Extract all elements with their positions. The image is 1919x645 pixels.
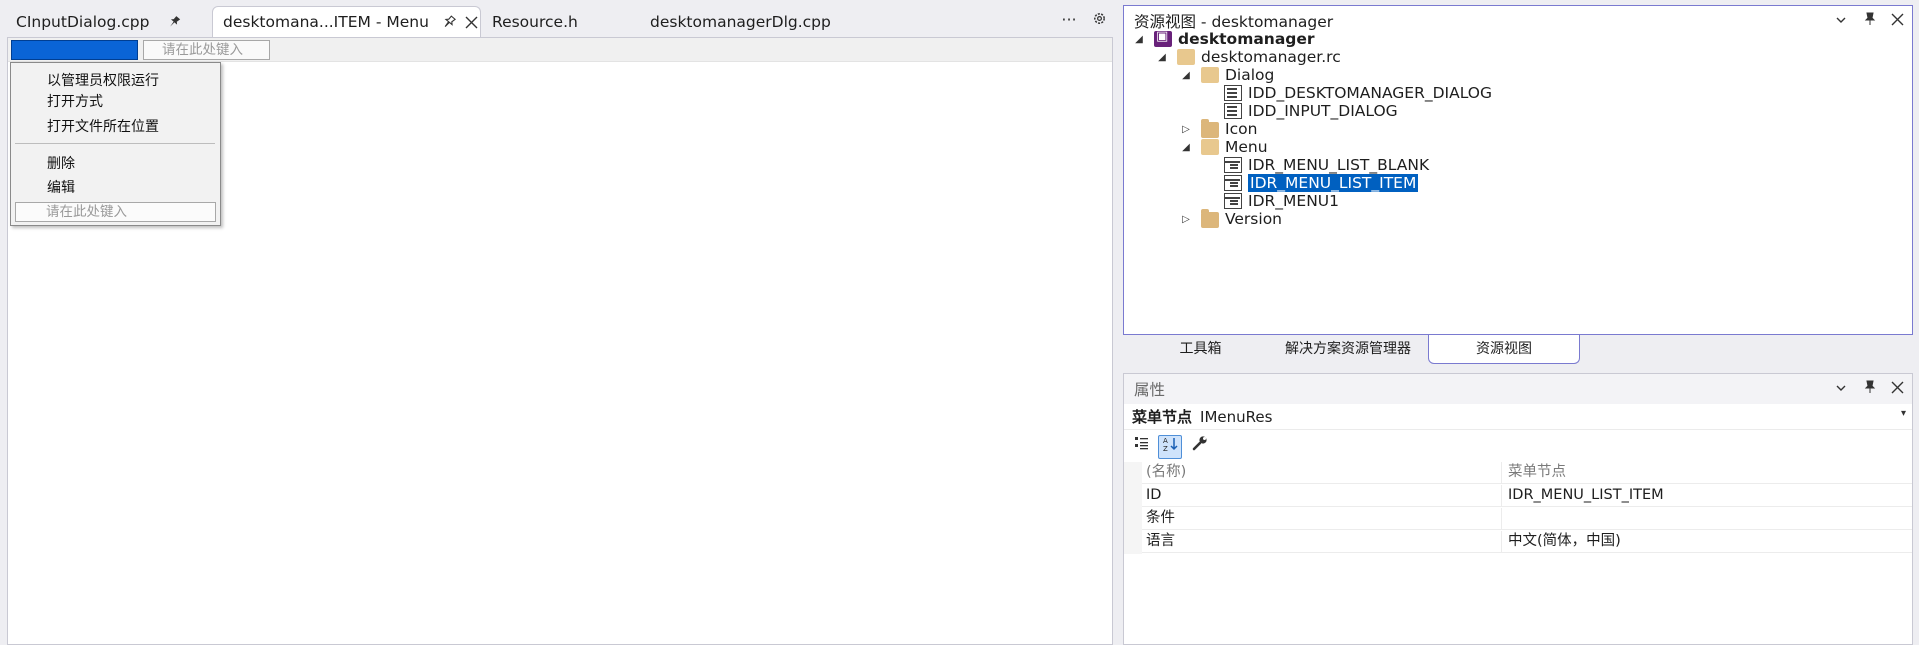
open-folder-icon <box>1201 67 1219 83</box>
properties-panel: 属性 菜单节点 IMenuRes ▾ AZ (名称) 菜单节点 ID IDR_M… <box>1123 373 1913 645</box>
pin-icon[interactable] <box>163 11 185 33</box>
menu-new-item-input[interactable]: 请在此处键入 <box>143 40 270 60</box>
close-icon[interactable] <box>1886 379 1908 401</box>
property-row[interactable]: ID IDR_MENU_LIST_ITEM <box>1142 485 1912 507</box>
chevron-down-icon[interactable] <box>1830 11 1852 33</box>
menu-dropdown: 以管理员权限运行 打开方式 打开文件所在位置 删除 编辑 请在此处键入 <box>10 62 221 226</box>
tool-window-tabs: 工具箱 解决方案资源管理器 资源视图 <box>1123 335 1913 365</box>
menu-item-open-location[interactable]: 打开文件所在位置 <box>11 116 220 138</box>
menu-item-run-as-admin[interactable]: 以管理员权限运行 <box>11 70 220 92</box>
property-key: 条件 <box>1142 508 1502 529</box>
project-icon <box>1154 29 1172 47</box>
property-row[interactable]: 语言 中文(简体，中国) <box>1142 531 1912 553</box>
properties-toolbar: AZ <box>1124 431 1912 461</box>
object-selector[interactable]: 菜单节点 IMenuRes ▾ <box>1124 404 1912 430</box>
tab-overflow-button[interactable]: ··· <box>1058 10 1080 32</box>
tree-node-label: IDD_INPUT_DIALOG <box>1248 102 1398 120</box>
tab-menu-item[interactable]: desktomana...ITEM - Menu <box>212 6 481 37</box>
menu-bar: 请在此处键入 <box>8 38 1112 62</box>
editor-area: CInputDialog.cpp desktomana...ITEM - Men… <box>0 0 1113 645</box>
property-value[interactable]: IDR_MENU_LIST_ITEM <box>1504 485 1904 506</box>
menu-top-item-selected[interactable] <box>11 40 138 60</box>
expanded-arrow-icon[interactable]: ◢ <box>1179 142 1193 153</box>
categorized-icon[interactable] <box>1130 435 1154 459</box>
tab-solution-explorer[interactable]: 解决方案资源管理器 <box>1273 335 1423 364</box>
property-value[interactable]: 中文(简体，中国) <box>1504 531 1904 552</box>
gear-icon[interactable] <box>1088 10 1110 32</box>
resource-view-panel: 资源视图 - desktomanager ◢ desktomanager ◢ d… <box>1123 5 1913 335</box>
svg-text:A: A <box>1163 437 1168 445</box>
object-name: IMenuRes <box>1200 407 1273 426</box>
menu-separator <box>15 143 215 144</box>
chevron-down-icon[interactable]: ▾ <box>1901 408 1906 419</box>
tab-toolbox[interactable]: 工具箱 <box>1148 335 1253 364</box>
wrench-icon[interactable] <box>1188 435 1212 459</box>
tab-label: desktomanagerDlg.cpp <box>650 12 831 31</box>
panel-splitter[interactable] <box>1113 0 1123 645</box>
property-key: (名称) <box>1142 462 1502 483</box>
dialog-resource-icon <box>1224 103 1242 119</box>
panel-title-text: 属性 <box>1134 381 1166 399</box>
property-row[interactable]: 条件 <box>1142 508 1912 530</box>
property-key: ID <box>1142 485 1502 506</box>
tab-resource-h[interactable]: Resource.h <box>482 6 632 37</box>
tree-node-version-folder[interactable]: ▷ Version <box>1179 208 1282 230</box>
tab-cinputdialog-cpp[interactable]: CInputDialog.cpp <box>6 6 206 37</box>
tab-label: Resource.h <box>492 12 578 31</box>
property-row[interactable]: (名称) 菜单节点 <box>1142 462 1912 484</box>
svg-text:Z: Z <box>1163 445 1168 452</box>
tab-label: desktomana...ITEM - Menu <box>223 13 429 31</box>
menu-item-open-with[interactable]: 打开方式 <box>11 91 220 113</box>
tab-desktomanagerdlg-cpp[interactable]: desktomanagerDlg.cpp <box>640 6 860 37</box>
pin-icon[interactable] <box>441 11 458 33</box>
expanded-arrow-icon[interactable]: ◢ <box>1155 52 1169 63</box>
properties-title: 属性 <box>1124 374 1912 404</box>
pin-icon[interactable] <box>1859 379 1881 401</box>
open-folder-icon <box>1201 139 1219 155</box>
collapsed-arrow-icon[interactable]: ▷ <box>1179 124 1193 135</box>
menu-item-edit[interactable]: 编辑 <box>11 177 220 199</box>
property-value[interactable] <box>1504 508 1904 529</box>
property-key: 语言 <box>1142 531 1502 552</box>
sort-alphabetical-icon[interactable]: AZ <box>1158 435 1182 459</box>
rc-file-icon <box>1177 49 1195 65</box>
expanded-arrow-icon[interactable]: ◢ <box>1132 34 1146 45</box>
menu-resource-icon <box>1224 175 1242 191</box>
dialog-resource-icon <box>1224 85 1242 101</box>
object-type: 菜单节点 <box>1132 408 1193 426</box>
property-value: 菜单节点 <box>1508 464 1566 480</box>
menu-resource-icon <box>1224 193 1242 209</box>
property-grid-margin <box>1124 462 1142 554</box>
tab-resource-view[interactable]: 资源视图 <box>1428 335 1580 364</box>
menu-editor-canvas: 请在此处键入 以管理员权限运行 打开方式 打开文件所在位置 删除 编辑 请在此处… <box>7 37 1113 645</box>
menu-item-delete[interactable]: 删除 <box>11 153 220 175</box>
expanded-arrow-icon[interactable]: ◢ <box>1179 70 1193 81</box>
close-icon[interactable] <box>1886 11 1908 33</box>
menu-new-subitem-input[interactable]: 请在此处键入 <box>15 202 216 222</box>
folder-icon <box>1201 209 1219 228</box>
collapsed-arrow-icon[interactable]: ▷ <box>1179 214 1193 225</box>
menu-resource-icon <box>1224 157 1242 173</box>
tree-node-label: Version <box>1225 210 1282 228</box>
tab-label: CInputDialog.cpp <box>16 12 150 31</box>
document-tab-strip: CInputDialog.cpp desktomana...ITEM - Men… <box>0 0 1113 37</box>
close-icon[interactable] <box>463 11 480 33</box>
pin-icon[interactable] <box>1859 11 1881 33</box>
chevron-down-icon[interactable] <box>1830 379 1852 401</box>
